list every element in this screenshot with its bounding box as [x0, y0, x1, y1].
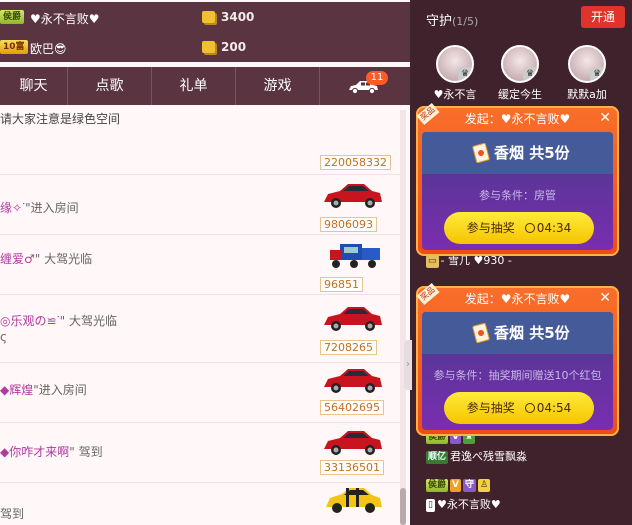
- clock-icon: [524, 403, 535, 413]
- lottery-initiator: 发起：♥永不言败♥: [464, 292, 571, 306]
- close-icon[interactable]: ✕: [599, 290, 611, 306]
- avatar[interactable]: ♛: [568, 45, 606, 83]
- guard-name[interactable]: 默默a加: [555, 86, 619, 102]
- rank-row: 10富 欧巴😎 200: [0, 32, 410, 62]
- tab-gift-list[interactable]: 礼单: [152, 67, 236, 105]
- list-item: 缠爱♂" 大驾光临 96851: [0, 235, 400, 295]
- join-lottery-button[interactable]: 参与抽奖 04:34: [444, 212, 594, 244]
- countdown-timer: 04:34: [536, 221, 572, 235]
- truck-image: [330, 244, 380, 268]
- guard-name[interactable]: ♥永不言: [423, 86, 487, 102]
- coin-icon: [202, 41, 215, 53]
- user-name[interactable]: 缠爱♂: [0, 252, 35, 266]
- guard-panel: 守护(1/5) 开通 ♛ ♛ ♛ ♥永不言 缓定今生 默默a加 ▭ - 雪几 ♥9…: [412, 0, 632, 525]
- prize-text: 香烟 共5份: [494, 324, 570, 342]
- vip-badge: V: [450, 478, 461, 492]
- participation-condition: 参与条件：抽奖期间赠送10个红包: [433, 369, 602, 382]
- user-name[interactable]: ◆辉煌: [0, 383, 33, 397]
- car-number: 56402695: [320, 400, 384, 415]
- list-item: ◆你咋才来啊" 驾到 33136501: [0, 423, 400, 483]
- user-name[interactable]: 君逸ぺ残雪飘淼: [450, 450, 527, 463]
- prize-text: 香烟 共5份: [494, 144, 570, 162]
- action-text: " 驾到: [69, 445, 103, 459]
- rank-user-name[interactable]: ♥永不言败♥: [30, 10, 100, 27]
- phone-icon: ▯: [426, 498, 435, 512]
- user-name[interactable]: 缘✧ᐝ: [0, 201, 25, 215]
- open-guard-button[interactable]: 开通: [581, 6, 625, 28]
- guard-name[interactable]: 缓定今生: [488, 86, 552, 102]
- coin-icon: [202, 11, 215, 23]
- rank-badge: 侯爵: [426, 478, 449, 492]
- level-badge: ▭: [426, 254, 439, 268]
- car-number: 96851: [320, 277, 363, 292]
- rank-amount: 3400: [221, 10, 255, 24]
- tab-cars[interactable]: 11: [320, 67, 410, 105]
- list-item: ▯ ♥永不言败♥: [426, 496, 501, 512]
- guard-count: (1/5): [452, 15, 479, 28]
- lottery-card: 奖品 发起：♥永不言败♥ ✕ 香烟 共5份 参与条件：房管 参与抽奖 04:34: [416, 102, 619, 256]
- guard-title: 守护: [426, 14, 453, 29]
- tab-chat[interactable]: 聊天: [0, 67, 68, 105]
- list-item: 顺亿 君逸ぺ残雪飘淼: [426, 448, 527, 464]
- action-text: "进入房间: [25, 201, 79, 215]
- user-name[interactable]: ◎乐观の≌ᐝ: [0, 314, 60, 328]
- extra-text: ς: [0, 330, 8, 344]
- medal-badge: ♙: [478, 478, 491, 492]
- guard-badge: 守: [462, 478, 476, 492]
- action-text: " 大驾光临: [59, 314, 117, 328]
- list-item: 缘✧ᐝ"进入房间 9806093: [0, 175, 400, 235]
- shield-icon: ♛: [590, 67, 604, 81]
- yellow-car-image: [326, 488, 382, 513]
- rank-row: 侯爵 ♥永不言败♥ 3400: [0, 2, 410, 32]
- list-item: ◎乐观の≌ᐝ" 大驾光临 ς 7208265: [0, 295, 400, 363]
- user-name[interactable]: ◆你咋才来啊: [0, 445, 69, 459]
- close-icon[interactable]: ✕: [599, 110, 611, 126]
- lottery-card: 奖品 发起：♥永不言败♥ ✕ 香烟 共5份 参与条件：抽奖期间赠送10个红包 参…: [416, 282, 619, 436]
- car-count-badge: 11: [366, 71, 388, 85]
- rank-badge: 10富: [0, 40, 28, 54]
- avatar[interactable]: ♛: [436, 45, 474, 83]
- action-text: "进入房间: [33, 383, 87, 397]
- countdown-timer: 04:54: [536, 401, 572, 415]
- tab-games[interactable]: 游戏: [236, 67, 320, 105]
- list-item: 220058332: [0, 115, 400, 175]
- list-item: 驾到: [0, 483, 400, 525]
- red-envelope-icon: [471, 142, 491, 164]
- list-item: 侯爵 V 守 ♙: [426, 478, 492, 492]
- car-number: 7208265: [320, 340, 377, 355]
- sports-car-image: [324, 431, 382, 455]
- avatar[interactable]: ♛: [501, 45, 539, 83]
- scrollbar-thumb[interactable]: [400, 488, 406, 525]
- rank-badge: 侯爵: [0, 10, 25, 24]
- rank-badge: 顺亿: [426, 450, 449, 464]
- collapse-panel-button[interactable]: ›: [404, 340, 412, 390]
- join-lottery-button[interactable]: 参与抽奖 04:54: [444, 392, 594, 424]
- clock-icon: [524, 223, 535, 233]
- chat-tabs: 聊天 点歌 礼单 游戏 11: [0, 67, 410, 105]
- lottery-initiator: 发起：♥永不言败♥: [464, 112, 571, 126]
- tab-song-request[interactable]: 点歌: [68, 67, 152, 105]
- sports-car-image: [324, 369, 382, 393]
- sports-car-image: [324, 184, 382, 208]
- shield-icon: ♛: [458, 67, 472, 81]
- car-number: 220058332: [320, 155, 391, 170]
- user-name[interactable]: ♥永不言败♥: [437, 498, 501, 511]
- red-envelope-icon: [471, 322, 491, 344]
- rank-user-name[interactable]: 欧巴😎: [30, 40, 67, 57]
- rank-amount: 200: [221, 40, 247, 54]
- list-item: ◆辉煌"进入房间 56402695: [0, 363, 400, 423]
- participation-condition: 参与条件：房管: [479, 189, 556, 202]
- action-text: " 大驾光临: [34, 252, 93, 266]
- chat-panel: 侯爵 ♥永不言败♥ 3400 10富 欧巴😎 200 聊天 点歌 礼单 游戏 1…: [0, 0, 410, 525]
- chat-scrollbar[interactable]: [400, 110, 406, 525]
- car-number: 33136501: [320, 460, 384, 475]
- car-number: 9806093: [320, 217, 377, 232]
- sports-car-image: [324, 307, 382, 331]
- shield-icon: ♛: [523, 67, 537, 81]
- action-text: 驾到: [0, 507, 25, 521]
